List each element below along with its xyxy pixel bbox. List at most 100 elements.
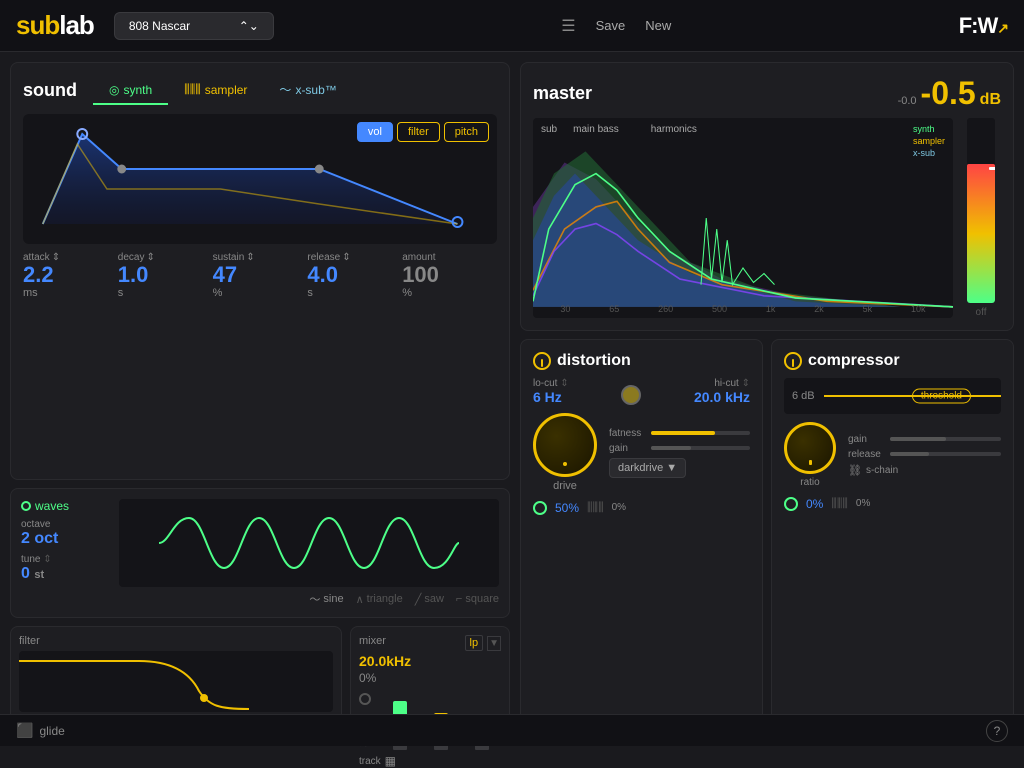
mixer-circle-icon[interactable] (359, 693, 371, 705)
master-header: master -0.0 -0.5 dB (533, 75, 1001, 112)
hicut-arrows[interactable]: ⇕ (742, 378, 750, 389)
env-dot-decay[interactable] (118, 165, 126, 173)
comp-gain-fader[interactable] (890, 437, 1001, 441)
hicut-value[interactable]: 20.0 kHz (694, 389, 750, 405)
sampler-icon: ⫼⫼⫼ (184, 82, 201, 97)
decay-param: decay ⇕ 1.0 s (118, 252, 213, 299)
help-button[interactable]: ? (986, 720, 1008, 742)
tune-arrows[interactable]: ⇕ (43, 554, 51, 565)
comp-footer: 0% ⫼⫼⫼ 0% (784, 496, 1001, 511)
spec-main-label: main bass (573, 124, 619, 135)
lp-filter-select[interactable]: lp (465, 635, 484, 651)
filter-dropdown[interactable]: ▼ (487, 636, 501, 651)
freq-65: 65 (609, 304, 619, 314)
envelope-display: vol filter pitch (23, 114, 497, 244)
comp-db-value[interactable]: 0% (856, 498, 870, 509)
drive-area: drive fatness gain (533, 413, 750, 492)
preset-dropdown[interactable]: 808 Nascar ⌃⌄ (114, 12, 274, 40)
sine-button[interactable]: 〜 sine (309, 591, 343, 607)
filter-pct-value[interactable]: 0% (359, 671, 501, 685)
master-meter: off (961, 118, 1001, 318)
ratio-label: ratio (800, 477, 819, 488)
freq-1k: 1k (766, 304, 776, 314)
sustain-arrows[interactable]: ⇕ (246, 252, 254, 263)
fatness-fader[interactable] (651, 431, 750, 435)
master-db-large[interactable]: -0.5 (921, 75, 976, 112)
freq-500: 500 (712, 304, 727, 314)
dist-power-button[interactable] (533, 352, 551, 370)
octave-value[interactable]: 2 oct (21, 530, 111, 548)
filter-display (19, 651, 333, 712)
save-button[interactable]: Save (596, 18, 626, 33)
comp-enabled-value[interactable]: 0% (806, 497, 823, 511)
drive-knob-dot (563, 462, 567, 466)
dist-db-value[interactable]: 0% (612, 502, 626, 513)
xsub-icon: 〜 (279, 81, 291, 98)
freq-labels: 30 65 260 500 1k 2k 5k 10k (533, 304, 953, 314)
darkdrive-label: darkdrive (618, 462, 663, 474)
tab-synth[interactable]: ◎ synth (93, 77, 168, 105)
dist-enable-button[interactable] (533, 501, 547, 515)
waveform-svg (159, 503, 459, 583)
release-value[interactable]: 4.0 (307, 263, 338, 287)
octave-label: octave (21, 519, 111, 530)
release-arrows[interactable]: ⇕ (342, 252, 350, 263)
threshold-row: 6 dB threshold (784, 378, 1001, 414)
attack-value[interactable]: 2.2 (23, 263, 54, 287)
amount-value[interactable]: 100 (402, 263, 439, 287)
comp-title: compressor (808, 352, 900, 370)
sound-panel: sound ◎ synth ⫼⫼⫼ sampler 〜 x-sub™ vol (10, 62, 510, 480)
darkdrive-arrow: ▼ (666, 462, 677, 474)
saw-icon: ╱ (415, 593, 422, 606)
dist-knob[interactable] (621, 385, 641, 405)
meter-knob[interactable] (989, 167, 995, 170)
comp-release-fader[interactable] (890, 452, 1001, 456)
locut-value[interactable]: 6 Hz (533, 389, 569, 405)
release-unit: s (307, 287, 313, 299)
drive-knob[interactable] (533, 413, 597, 477)
threshold-tag[interactable]: threshold (912, 389, 971, 404)
logo-lab: lab (59, 10, 94, 40)
waves-left: waves octave 2 oct tune ⇕ 0 st (21, 499, 111, 607)
decay-unit: s (118, 287, 124, 299)
env-dot-sustain[interactable] (315, 165, 323, 173)
vol-button[interactable]: vol (357, 122, 393, 142)
filter-button[interactable]: filter (397, 122, 440, 142)
tab-xsub[interactable]: 〜 x-sub™ (263, 75, 352, 106)
comp-release-label: release (848, 449, 884, 460)
comp-enable-button[interactable] (784, 497, 798, 511)
sustain-value[interactable]: 47 (213, 263, 237, 287)
master-db-unit: dB (980, 91, 1001, 109)
gain-fader-row: gain (609, 443, 750, 454)
decay-value[interactable]: 1.0 (118, 263, 149, 287)
triangle-button[interactable]: ∧ triangle (356, 593, 403, 606)
square-icon: ⌐ (456, 593, 462, 605)
mixer-label: mixer (359, 635, 386, 647)
new-button[interactable]: New (645, 18, 671, 33)
ratio-knob[interactable] (784, 422, 836, 474)
track-row: track ▦ (359, 754, 501, 768)
tab-sampler[interactable]: ⫼⫼⫼ sampler (168, 76, 263, 105)
gain-fader[interactable] (651, 446, 750, 450)
schain-row[interactable]: ⛓ s-chain (848, 464, 1001, 477)
compressor-panel: compressor 6 dB threshold ratio (771, 339, 1014, 736)
dist-enabled-value[interactable]: 50% (555, 501, 579, 515)
comp-power-button[interactable] (784, 352, 802, 370)
track-label: track (359, 756, 381, 767)
menu-icon[interactable]: ☰ (561, 16, 575, 36)
pitch-button[interactable]: pitch (444, 122, 489, 142)
filter-curve-svg (19, 651, 249, 711)
spec-harm-label: harmonics (651, 124, 697, 135)
filter-handle[interactable] (200, 694, 208, 702)
locut-arrows[interactable]: ⇕ (560, 378, 568, 389)
schain-label: s-chain (866, 465, 898, 476)
tune-value[interactable]: 0 st (21, 565, 111, 583)
left-column: sound ◎ synth ⫼⫼⫼ sampler 〜 x-sub™ vol (10, 62, 510, 736)
saw-button[interactable]: ╱ saw (415, 593, 444, 606)
darkdrive-button[interactable]: darkdrive ▼ (609, 458, 686, 478)
gain-fill (651, 446, 691, 450)
square-button[interactable]: ⌐ square (456, 593, 499, 605)
filter-freq-value[interactable]: 20.0kHz (359, 653, 501, 669)
comp-gain-row: gain (848, 434, 1001, 445)
comp-release-fill (890, 452, 929, 456)
